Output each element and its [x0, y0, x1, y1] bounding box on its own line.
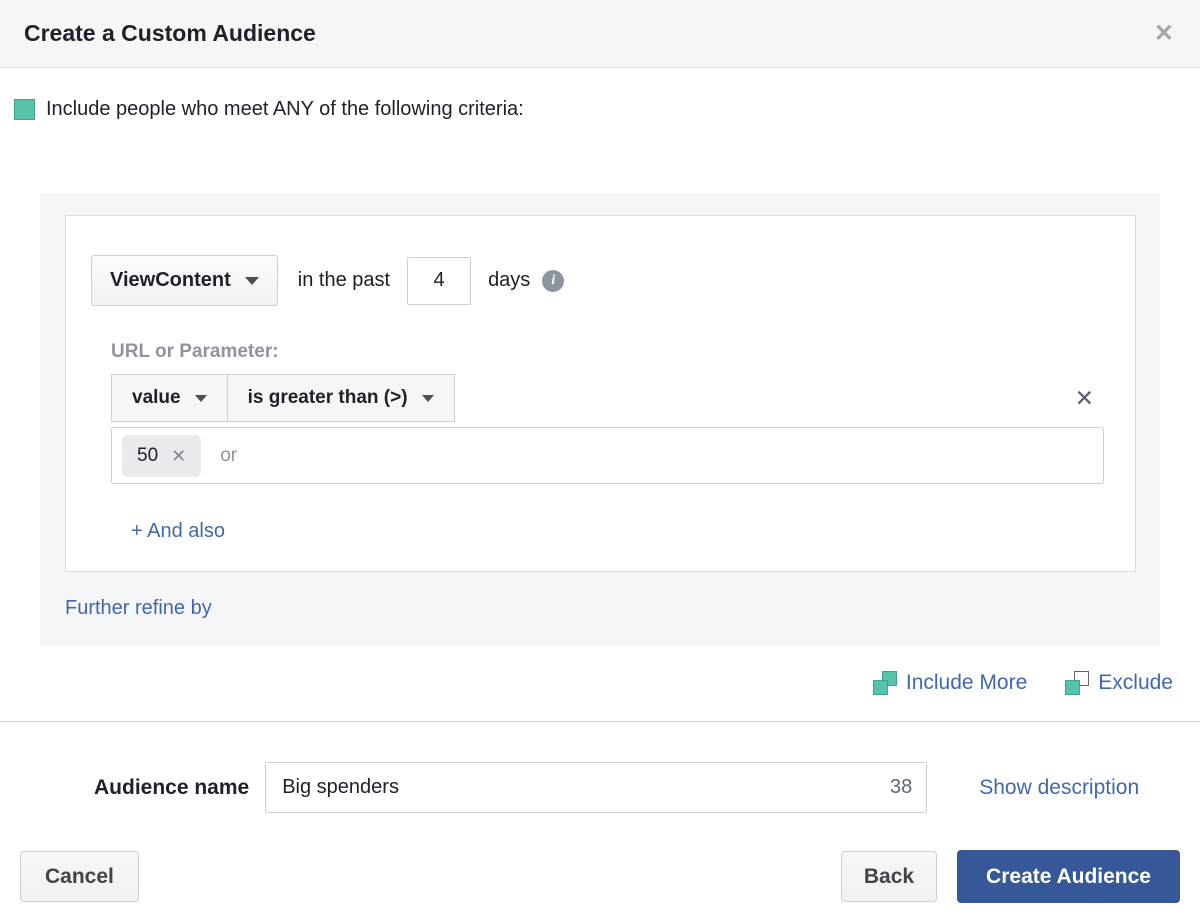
field-dropdown-label: value [132, 387, 181, 408]
back-button[interactable]: Back [840, 851, 938, 903]
include-more-label: Include More [905, 671, 1028, 694]
criteria-panel: ViewContent in the past days i URL or Pa… [40, 193, 1160, 646]
remove-filter-icon[interactable]: ✕ [1075, 386, 1094, 410]
filter-dropdown-group: value is greater than (>) [111, 374, 455, 422]
event-dropdown[interactable]: ViewContent [91, 255, 278, 306]
field-dropdown[interactable]: value [111, 374, 228, 422]
include-exclude-row: Include More Exclude [0, 671, 1173, 695]
exclude-icon [1065, 671, 1090, 695]
actions-row: Cancel Back Create Audience [20, 850, 1180, 904]
parameter-section: URL or Parameter: value is greater than … [111, 341, 1110, 543]
create-audience-button[interactable]: Create Audience [957, 850, 1180, 904]
operator-dropdown-label: is greater than (>) [247, 387, 408, 408]
include-more-icon [872, 671, 897, 695]
chevron-down-icon [244, 276, 259, 285]
criteria-intro-row: Include people who meet ANY of the follo… [14, 98, 1200, 121]
audience-name-label: Audience name [94, 775, 250, 799]
value-token-input[interactable]: 50 ✕ or [111, 427, 1104, 484]
operator-dropdown[interactable]: is greater than (>) [226, 374, 455, 422]
criteria-card: ViewContent in the past days i URL or Pa… [65, 215, 1136, 572]
char-count: 38 [889, 776, 913, 798]
audience-name-value: Big spenders [282, 776, 399, 798]
modal-title: Create a Custom Audience [24, 20, 316, 46]
event-dropdown-label: ViewContent [110, 269, 231, 291]
and-also-link[interactable]: + And also [131, 520, 225, 543]
exclude-link[interactable]: Exclude [1065, 671, 1173, 695]
days-input[interactable] [407, 256, 472, 305]
token-input-placeholder: or [220, 444, 238, 466]
remove-tag-icon[interactable]: ✕ [171, 447, 186, 465]
event-row: ViewContent in the past days i [91, 255, 1110, 306]
exclude-label: Exclude [1098, 671, 1173, 694]
chevron-down-icon [421, 394, 434, 402]
show-description-link[interactable]: Show description [979, 776, 1139, 800]
value-tag-text: 50 [137, 444, 159, 466]
chevron-down-icon [194, 394, 207, 402]
create-custom-audience-modal: Create a Custom Audience ✕ Include peopl… [0, 0, 1200, 918]
include-more-link[interactable]: Include More [872, 671, 1028, 695]
audience-name-input[interactable]: Big spenders 38 [265, 762, 928, 813]
audience-name-row: Audience name Big spenders 38 Show descr… [94, 762, 1176, 813]
in-the-past-label: in the past [297, 269, 391, 291]
criteria-intro-text: Include people who meet ANY of the follo… [46, 98, 524, 120]
include-square-icon [14, 99, 35, 120]
filter-row: value is greater than (>) ✕ [111, 374, 1104, 422]
cancel-button[interactable]: Cancel [20, 851, 139, 903]
url-or-parameter-label: URL or Parameter: [111, 341, 279, 362]
days-label: days [488, 269, 531, 291]
info-icon[interactable]: i [542, 269, 565, 292]
footer-divider [0, 721, 1200, 722]
close-icon[interactable]: ✕ [1150, 18, 1178, 50]
further-refine-link[interactable]: Further refine by [65, 597, 212, 620]
modal-header: Create a Custom Audience ✕ [0, 0, 1200, 68]
value-tag: 50 ✕ [122, 434, 202, 477]
